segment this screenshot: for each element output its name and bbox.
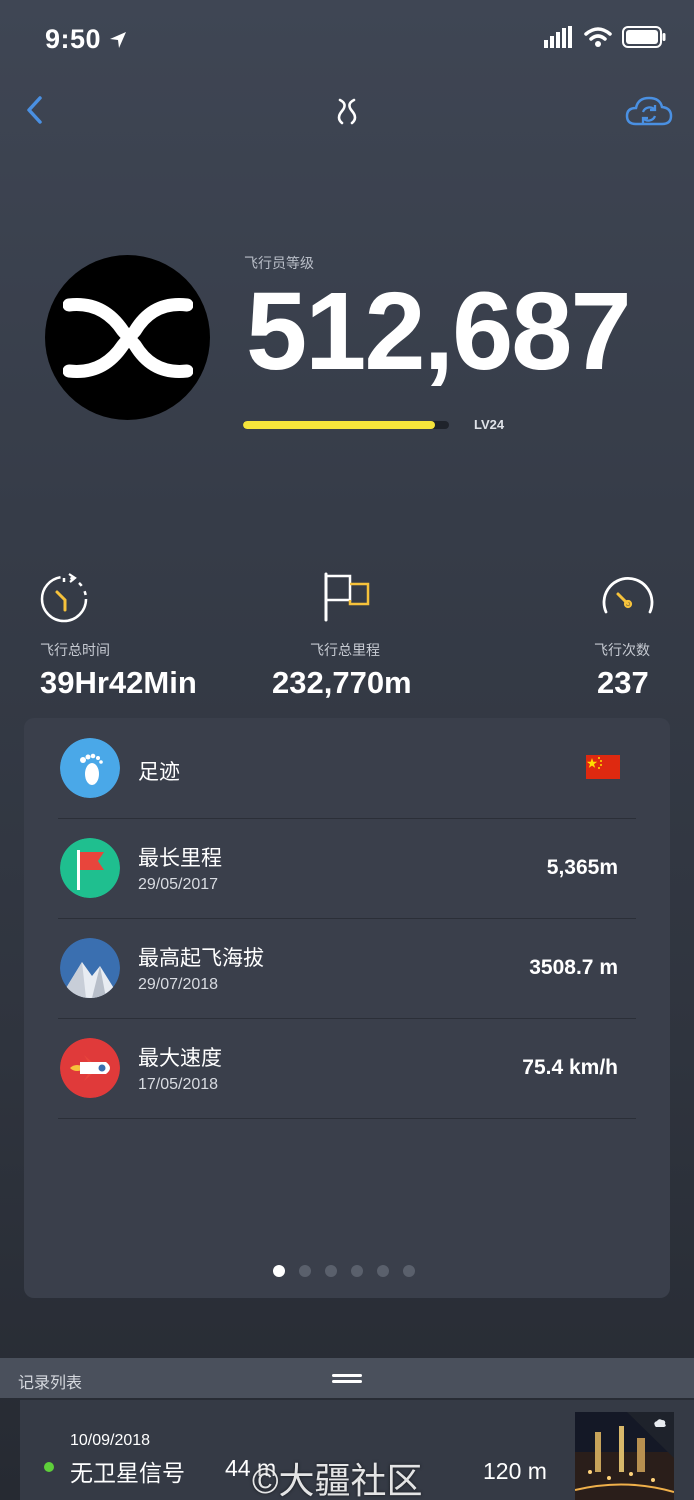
- flight-record-status: 无卫星信号: [70, 1460, 185, 1486]
- record-row-highest-altitude[interactable]: 最高起飞海拔 29/07/2018 3508.7 m: [58, 918, 636, 1019]
- stat-value-distance: 232,770m: [272, 665, 412, 700]
- cloud-sync-icon[interactable]: [624, 92, 674, 130]
- stat-label-count: 飞行次数: [594, 642, 650, 658]
- rocket-icon: [60, 1038, 120, 1098]
- app-logo-icon: [337, 98, 357, 125]
- flight-record-date: 10/09/2018: [70, 1432, 151, 1449]
- mountain-icon: [60, 938, 120, 998]
- record-list-title: 记录列表: [18, 1375, 83, 1392]
- page-dot[interactable]: [351, 1265, 363, 1277]
- level-progress-bar: [243, 421, 449, 429]
- flight-record-altitude: 120 m: [483, 1458, 547, 1484]
- record-row-footprint[interactable]: 足迹: [58, 718, 636, 819]
- stopwatch-icon: [40, 573, 88, 623]
- watermark: ©大疆社区: [252, 1460, 423, 1500]
- page-dot[interactable]: [273, 1265, 285, 1277]
- record-value-speed: 75.4 km/h: [522, 1056, 618, 1079]
- avatar[interactable]: [45, 255, 210, 420]
- level-progress-fill: [243, 421, 435, 429]
- flight-thumbnail[interactable]: [575, 1412, 674, 1500]
- stat-label-time: 飞行总时间: [40, 642, 110, 658]
- stat-label-distance: 飞行总里程: [310, 642, 380, 658]
- records-card[interactable]: 足迹 最长里程 29/05/2017 5,365m 最高起飞海拔 29/07/2…: [24, 718, 670, 1298]
- record-date-distance: 29/05/2017: [138, 876, 219, 893]
- page-dot[interactable]: [299, 1265, 311, 1277]
- status-indicator-dot: [44, 1462, 54, 1472]
- page-dot[interactable]: [377, 1265, 389, 1277]
- status-time-text: 9:50: [45, 24, 102, 54]
- record-value-distance: 5,365m: [546, 856, 618, 879]
- record-title-altitude: 最高起飞海拔: [138, 947, 264, 970]
- page-dot[interactable]: [325, 1265, 337, 1277]
- page-dot[interactable]: [403, 1265, 415, 1277]
- pilot-points: 512,687: [246, 270, 632, 393]
- flag-icon: [324, 572, 370, 622]
- back-chevron-icon[interactable]: [20, 92, 50, 128]
- record-title-speed: 最大速度: [138, 1047, 222, 1070]
- wifi-icon: [584, 27, 612, 47]
- record-value-altitude: 3508.7 m: [529, 956, 618, 979]
- record-row-max-speed[interactable]: 最大速度 17/05/2018 75.4 km/h: [58, 1018, 636, 1119]
- stat-value-time: 39Hr42Min: [40, 665, 197, 700]
- record-date-altitude: 29/07/2018: [138, 976, 219, 993]
- record-row-longest-distance[interactable]: 最长里程 29/05/2017 5,365m: [58, 818, 636, 919]
- level-badge: LV24: [474, 417, 505, 432]
- night-city-thumbnail-image: [575, 1412, 674, 1500]
- red-flag-icon: [60, 838, 120, 898]
- battery-icon: [622, 26, 666, 48]
- footprint-icon: [60, 738, 120, 798]
- status-indicators: [544, 26, 666, 48]
- speedometer-icon: [602, 577, 654, 614]
- stat-value-count: 237: [597, 665, 649, 700]
- status-time: 9:50: [45, 24, 127, 55]
- record-title-footprint: 足迹: [138, 761, 180, 784]
- cellular-signal-icon: [544, 26, 572, 48]
- drag-handle-icon[interactable]: [332, 1374, 362, 1384]
- location-arrow-icon: [110, 32, 127, 48]
- record-title-distance: 最长里程: [138, 847, 222, 870]
- record-date-speed: 17/05/2018: [138, 1076, 219, 1093]
- china-flag-icon: [586, 755, 620, 779]
- avatar-logo-icon: [62, 297, 193, 378]
- page-indicator[interactable]: [273, 1265, 415, 1277]
